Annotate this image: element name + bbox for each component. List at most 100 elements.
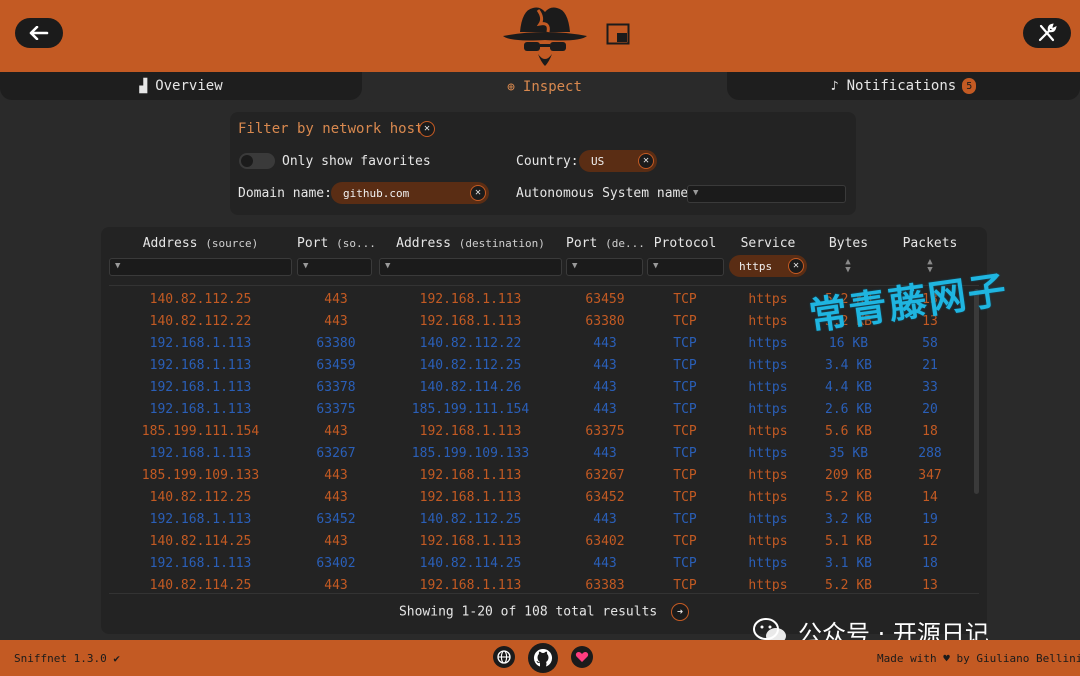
table-row[interactable]: 192.168.1.113 63378 140.82.114.26 443 TCP htt… — [101, 377, 987, 399]
table-row[interactable]: 185.199.111.154 443 192.168.1.113 63375 TCP h… — [101, 421, 987, 443]
tab-overview[interactable]: ▟ Overview — [0, 72, 362, 100]
clear-domain-button[interactable]: ✕ — [470, 185, 486, 201]
col-header-src-address[interactable]: Address (source) — [109, 236, 292, 251]
col-label: Protocol — [653, 236, 717, 251]
cell-dst: 185.199.109.133 — [411, 446, 530, 461]
cell-svc: https — [748, 314, 788, 329]
sponsor-button[interactable] — [571, 646, 593, 668]
col-label: Port — [566, 236, 598, 251]
table-row[interactable]: 140.82.114.25 443 192.168.1.113 63383 TCP htt… — [101, 575, 987, 591]
cell-src: 140.82.112.25 — [149, 292, 252, 307]
arrow-right-icon: ➜ — [677, 606, 684, 618]
cell-dport: 63380 — [585, 314, 625, 329]
cell-src: 192.168.1.113 — [149, 556, 252, 571]
col-header-bytes[interactable]: Bytes — [811, 236, 886, 251]
settings-button[interactable] — [1023, 18, 1071, 48]
arrow-left-icon — [29, 26, 49, 40]
col-sublabel: (de... — [605, 237, 645, 250]
cell-dport: 443 — [593, 358, 617, 373]
table-row[interactable]: 192.168.1.113 63267 185.199.109.133 443 TCP h… — [101, 443, 987, 465]
cell-svc: https — [748, 446, 788, 461]
table-row[interactable]: 192.168.1.113 63452 140.82.112.25 443 TCP htt… — [101, 509, 987, 531]
cell-svc: https — [748, 358, 788, 373]
cell-pkts: 20 — [922, 402, 938, 417]
cell-dport: 443 — [593, 402, 617, 417]
made-with-text: Made with — [877, 652, 937, 665]
cell-dport: 63267 — [585, 468, 625, 483]
cell-dport: 443 — [593, 556, 617, 571]
domain-filter-input[interactable]: github.com ✕ — [331, 182, 489, 204]
as-filter-input[interactable]: ▼ — [687, 185, 846, 203]
cell-src: 192.168.1.113 — [149, 512, 252, 527]
dst-port-filter[interactable]: ▼ — [566, 258, 643, 276]
table-row[interactable]: 192.168.1.113 63380 140.82.112.22 443 TCP htt… — [101, 333, 987, 355]
col-header-protocol[interactable]: Protocol — [646, 236, 724, 251]
col-header-dst-address[interactable]: Address (destination) — [379, 236, 562, 251]
cell-sport: 443 — [324, 578, 348, 591]
funnel-icon: ▼ — [303, 261, 309, 271]
results-text: Showing 1-20 of 108 total results — [398, 604, 658, 620]
cell-proto: TCP — [673, 402, 697, 417]
cell-dst: 192.168.1.113 — [419, 314, 522, 329]
tab-notifications-label: Notifications — [846, 78, 957, 94]
back-button[interactable] — [15, 18, 63, 48]
tab-notifications[interactable]: ♪ Notifications 5 — [727, 72, 1080, 100]
sort-bytes-icon[interactable]: ▲ ▼ — [841, 258, 855, 276]
next-page-button[interactable]: ➜ — [671, 603, 690, 621]
clear-country-button[interactable]: ✕ — [638, 153, 654, 169]
col-label: Address — [142, 236, 198, 251]
funnel-icon: ▼ — [693, 188, 699, 198]
cell-proto: TCP — [673, 380, 697, 395]
cell-svc: https — [748, 380, 788, 395]
cell-sport: 63380 — [316, 336, 356, 351]
chart-icon: ▟ — [139, 78, 148, 94]
protocol-filter[interactable]: ▼ — [647, 258, 724, 276]
cell-src: 140.82.112.25 — [149, 490, 252, 505]
version-label: Sniffnet 1.3.0 ✔ — [14, 652, 120, 665]
github-button[interactable] — [528, 643, 558, 673]
col-header-src-port[interactable]: Port (so... — [297, 236, 376, 251]
table-row[interactable]: 192.168.1.113 63375 185.199.111.154 443 TCP h… — [101, 399, 987, 421]
favorites-toggle[interactable] — [239, 153, 275, 169]
cell-dst: 192.168.1.113 — [419, 468, 522, 483]
table-scrollbar[interactable] — [974, 289, 979, 494]
tab-inspect[interactable]: ⊕ Inspect — [364, 72, 725, 102]
col-header-service[interactable]: Service — [729, 236, 807, 251]
cell-svc: https — [748, 512, 788, 527]
country-label: Country: — [516, 154, 579, 169]
cell-src: 192.168.1.113 — [149, 402, 252, 417]
service-filter-input[interactable]: https ✕ — [729, 255, 807, 277]
as-label: Autonomous System name: — [516, 186, 697, 201]
cell-svc: https — [748, 578, 788, 591]
clear-host-filter-button[interactable]: ✕ — [419, 121, 435, 137]
funnel-icon: ▼ — [572, 261, 578, 271]
country-filter-input[interactable]: US ✕ — [579, 150, 657, 172]
cell-proto: TCP — [673, 468, 697, 483]
website-button[interactable] — [493, 646, 515, 668]
table-row[interactable]: 192.168.1.113 63402 140.82.114.25 443 TCP htt… — [101, 553, 987, 575]
cell-bytes: 4.4 KB — [825, 380, 872, 395]
col-header-packets[interactable]: Packets — [891, 236, 969, 251]
cell-pkts: 33 — [922, 380, 938, 395]
wrench-screwdriver-icon — [1038, 23, 1057, 42]
notification-count-badge: 5 — [962, 78, 977, 94]
cell-dport: 443 — [593, 446, 617, 461]
src-port-filter[interactable]: ▼ — [297, 258, 372, 276]
author-text: by Giuliano Bellini — [956, 652, 1080, 665]
src-address-filter[interactable]: ▼ — [109, 258, 292, 276]
clear-service-filter-button[interactable]: ✕ — [788, 258, 804, 274]
dst-address-filter[interactable]: ▼ — [379, 258, 562, 276]
cell-sport: 443 — [324, 314, 348, 329]
cell-bytes: 209 KB — [825, 468, 872, 483]
table-row[interactable]: 185.199.109.133 443 192.168.1.113 63267 TCP h… — [101, 465, 987, 487]
picture-in-picture-icon[interactable] — [606, 23, 630, 45]
cell-svc: https — [748, 556, 788, 571]
col-header-dst-port[interactable]: Port (de... — [566, 236, 645, 251]
table-row[interactable]: 192.168.1.113 63459 140.82.112.25 443 TCP htt… — [101, 355, 987, 377]
cell-proto: TCP — [673, 292, 697, 307]
funnel-icon: ▼ — [653, 261, 659, 271]
domain-value: github.com — [343, 186, 410, 200]
table-row[interactable]: 140.82.112.25 443 192.168.1.113 63452 TCP htt… — [101, 487, 987, 509]
table-row[interactable]: 140.82.114.25 443 192.168.1.113 63402 TCP htt… — [101, 531, 987, 553]
cell-bytes: 5.2 KB — [825, 578, 872, 591]
